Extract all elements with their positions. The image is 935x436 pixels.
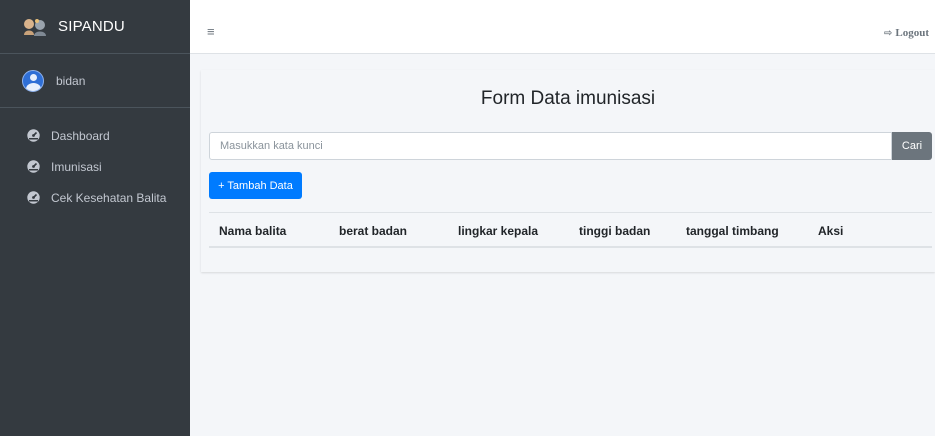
user-name: bidan bbox=[56, 73, 86, 88]
search-input[interactable] bbox=[209, 132, 892, 160]
user-avatar-icon bbox=[22, 69, 44, 92]
column-header-berat-badan: berat badan bbox=[339, 224, 408, 238]
search-button[interactable]: Cari bbox=[892, 132, 932, 160]
menu-toggle-icon[interactable]: ≡ bbox=[207, 25, 215, 38]
page-title: Form Data imunisasi bbox=[480, 88, 656, 109]
column-header-aksi: Aksi bbox=[818, 224, 844, 238]
sidebar: SIPANDU bidan Dashboard Imunisasi Cek Ke… bbox=[0, 0, 190, 436]
logout-link[interactable]: ⇨ Logout bbox=[884, 27, 929, 39]
tachometer-icon bbox=[27, 129, 40, 142]
sidebar-item-cek-kesehatan-balita[interactable]: Cek Kesehatan Balita bbox=[0, 182, 190, 213]
sidebar-nav: Dashboard Imunisasi Cek Kesehatan Balita bbox=[0, 108, 190, 213]
tachometer-icon bbox=[27, 160, 40, 173]
sign-out-icon: ⇨ bbox=[883, 27, 893, 39]
logout-label: Logout bbox=[895, 27, 929, 39]
column-header-lingkar-kepala: lingkar kepala bbox=[458, 224, 539, 238]
topbar: ≡ ⇨ Logout bbox=[190, 0, 935, 54]
column-header-nama-balita: Nama balita bbox=[219, 224, 287, 238]
sidebar-item-label: Imunisasi bbox=[51, 159, 102, 174]
sidebar-item-label: Dashboard bbox=[51, 128, 110, 143]
data-table: Nama balita berat badan lingkar kepala t… bbox=[209, 212, 932, 248]
brand-logo-icon bbox=[22, 17, 48, 37]
add-data-button[interactable]: + Tambah Data bbox=[209, 172, 302, 199]
sidebar-item-imunisasi[interactable]: Imunisasi bbox=[0, 151, 190, 182]
sidebar-item-label: Cek Kesehatan Balita bbox=[51, 190, 167, 205]
column-header-tinggi-badan: tinggi badan bbox=[579, 224, 651, 238]
brand-text: SIPANDU bbox=[58, 18, 125, 35]
column-header-tanggal-timbang: tanggal timbang bbox=[686, 224, 779, 238]
brand-link[interactable]: SIPANDU bbox=[0, 0, 190, 54]
tachometer-icon bbox=[27, 191, 40, 204]
sidebar-item-dashboard[interactable]: Dashboard bbox=[0, 120, 190, 151]
user-panel[interactable]: bidan bbox=[0, 54, 190, 108]
